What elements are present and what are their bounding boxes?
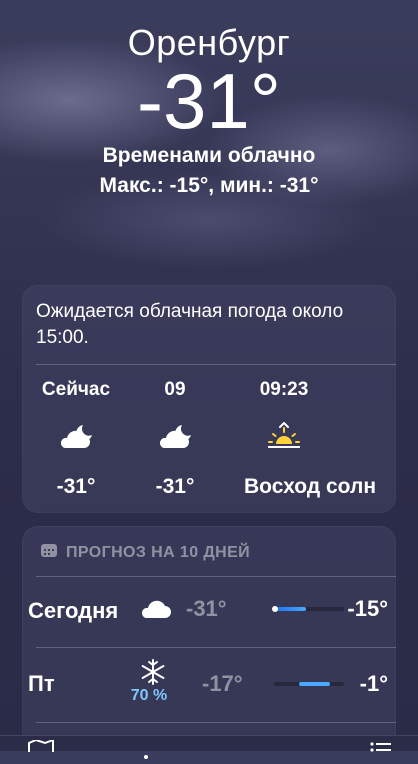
high-low-temperature: Макс.: -15°, мин.: -31° <box>99 174 319 197</box>
hour-label: Сейчас <box>41 379 111 400</box>
divider <box>36 364 396 365</box>
forecast-title: ПРОГНОЗ НА 10 ДНЕЙ <box>40 542 250 563</box>
list-icon[interactable] <box>370 740 392 758</box>
map-icon[interactable] <box>28 738 54 757</box>
divider <box>36 722 396 723</box>
forecast-row-today[interactable]: Сегодня -31° -15° <box>22 582 396 642</box>
page-indicator[interactable] <box>142 746 150 764</box>
calendar-icon <box>40 542 58 563</box>
low-temperature: -31° <box>186 596 227 621</box>
hourly-forecast-card[interactable]: Ожидается облачная погода около 15:00. С… <box>22 285 396 513</box>
low-temperature: -17° <box>202 671 243 696</box>
hourly-item: 09:23 Восход солн <box>234 379 418 499</box>
hour-label: 09:23 <box>259 379 309 400</box>
sunrise-label: Восход солн <box>244 475 376 498</box>
high-temperature: -1° <box>359 671 388 696</box>
hour-temperature: -31° <box>56 475 96 498</box>
current-temperature: -31° <box>137 57 281 145</box>
high-temperature: -15° <box>347 596 388 621</box>
temperature-range-fill <box>274 607 306 611</box>
day-label: Пт <box>28 671 55 696</box>
current-temperature-dot <box>272 606 278 612</box>
hour-temperature: -31° <box>155 475 195 498</box>
weather-condition: Временами облачно <box>102 144 316 167</box>
hour-label: 09 <box>164 379 186 400</box>
forecast-title-text: ПРОГНОЗ НА 10 ДНЕЙ <box>66 543 251 561</box>
divider <box>36 647 396 648</box>
forecast-row-friday[interactable]: Пт 70 % -17° -1° <box>22 657 396 717</box>
day-label: Сегодня <box>28 598 119 623</box>
cloudy-night-icon <box>140 417 210 457</box>
cloud-icon <box>136 598 176 625</box>
divider <box>36 576 396 577</box>
hourly-item: Сейчас -31° <box>36 379 116 499</box>
hourly-summary: Ожидается облачная погода около 15:00. <box>36 301 344 348</box>
ten-day-forecast-card[interactable]: ПРОГНОЗ НА 10 ДНЕЙ Сегодня -31° -15° Пт <box>22 526 396 750</box>
precipitation-chance: 70 % <box>130 687 168 704</box>
temperature-range-bar <box>274 682 344 686</box>
temperature-range-fill <box>298 682 330 686</box>
hourly-item: 09 -31° <box>140 379 210 499</box>
bottom-toolbar <box>0 735 418 759</box>
sunrise-icon <box>234 417 334 457</box>
temperature-range-bar <box>272 606 344 612</box>
cloudy-night-icon <box>36 417 116 457</box>
